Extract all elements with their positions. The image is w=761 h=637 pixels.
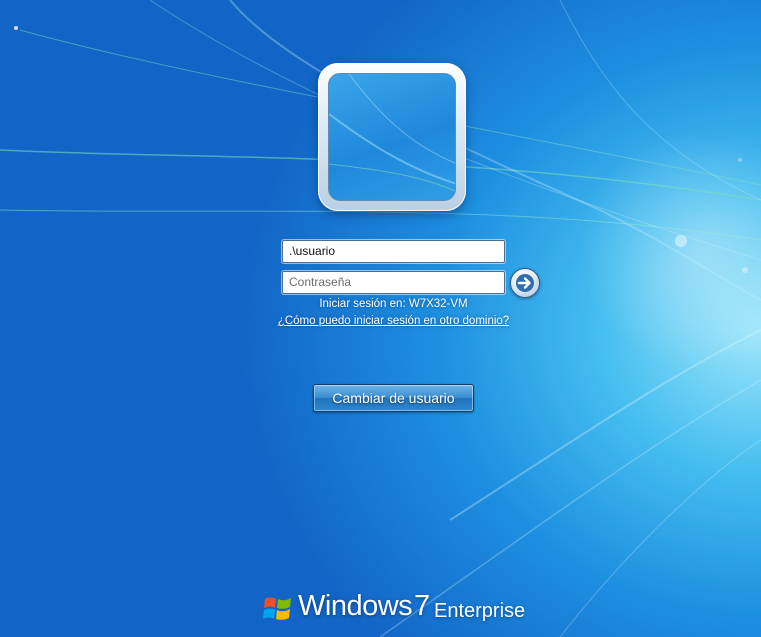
brand-version-text: 7 — [414, 590, 431, 622]
brand-windows-text: Windows — [298, 590, 413, 622]
avatar-background-art — [329, 74, 455, 192]
username-input[interactable]: .\usuario — [282, 240, 505, 263]
switch-user-button[interactable]: Cambiar de usuario — [313, 384, 474, 412]
submit-button[interactable] — [510, 268, 540, 298]
other-domain-link[interactable]: ¿Cómo puedo iniciar sesión en otro domin… — [230, 315, 557, 327]
arrow-right-icon — [516, 274, 534, 292]
signin-domain-text: Iniciar sesión en: W7X32-VM — [319, 298, 468, 310]
windows-flag-icon — [263, 597, 291, 620]
brand-edition-text: Enterprise — [434, 600, 526, 622]
user-avatar-frame — [318, 63, 466, 211]
user-avatar-tile — [328, 73, 456, 201]
password-input[interactable]: Contraseña — [282, 271, 505, 294]
